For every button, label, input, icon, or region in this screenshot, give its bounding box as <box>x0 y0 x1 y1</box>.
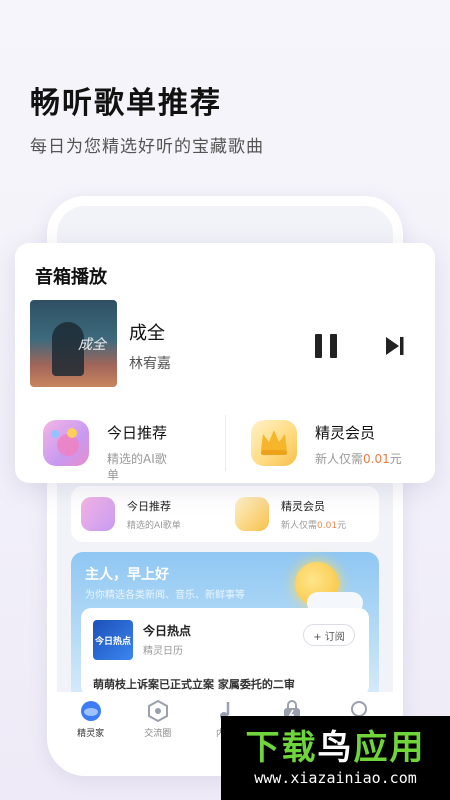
hot-topics-subtitle: 精灵日历 <box>143 646 183 657</box>
price: 0.01 <box>317 520 338 531</box>
greeting-card: 主人，早上好 为你精选各类新闻、音乐、新鲜事等 今日热点 今日热点 精灵日历 +… <box>71 552 379 702</box>
skip-next-icon <box>386 337 404 355</box>
tab-community[interactable]: 交流圈 <box>128 700 188 766</box>
song-title: 成全 <box>129 323 165 344</box>
phone-feature-title: 今日推荐 <box>127 499 171 513</box>
feature-vip-member[interactable]: 精灵会员 新人仅需0.01元 <box>251 420 425 467</box>
feature-title: 今日推荐 <box>107 424 168 442</box>
watermark-url: www.xiazainiao.com <box>254 769 417 787</box>
next-track-button[interactable] <box>385 335 405 357</box>
speaker-player-card: 音箱播放 成全 成全 林宥嘉 今日推荐 精选的AI歌单 精灵会员 新人仅需0.0… <box>15 243 435 483</box>
feature-subtitle: 精选的AI歌单 <box>107 452 167 482</box>
price: 0.01 <box>363 452 390 466</box>
crown-icon <box>251 420 297 466</box>
album-cover[interactable]: 成全 <box>30 300 117 387</box>
watermark: 下载鸟应用 www.xiazainiao.com <box>221 716 450 800</box>
music-recommend-icon <box>81 497 115 531</box>
hot-news-headline[interactable]: 萌萌枝上诉案已正式立案 家属委托的二审 <box>93 676 363 692</box>
home-icon <box>80 700 102 722</box>
subscribe-button[interactable]: + 订阅 <box>303 624 355 646</box>
feature-subtitle: 新人仅需0.01元 <box>315 452 402 466</box>
player-heading: 音箱播放 <box>35 267 107 288</box>
hot-topics-title: 今日热点 <box>143 624 192 638</box>
tab-home[interactable]: 精灵家 <box>61 700 121 766</box>
music-recommend-icon <box>43 420 89 466</box>
hot-topics-thumbnail: 今日热点 <box>93 620 133 660</box>
phone-feature-subtitle: 精选的AI歌单 <box>127 520 181 531</box>
song-artist: 林宥嘉 <box>129 356 171 372</box>
phone-feature-title: 精灵会员 <box>281 499 325 513</box>
pause-bar-icon <box>315 334 322 358</box>
hot-topics-card[interactable]: 今日热点 今日热点 精灵日历 + 订阅 萌萌枝上诉案已正式立案 家属委托的二审 <box>81 608 369 696</box>
feature-today-recommend[interactable]: 今日推荐 精选的AI歌单 <box>43 420 177 483</box>
feature-title: 精灵会员 <box>315 424 376 442</box>
phone-feature-recommend[interactable]: 今日推荐 精选的AI歌单 <box>71 486 225 542</box>
tab-label: 交流圈 <box>144 729 172 739</box>
hero-title: 畅听歌单推荐 <box>30 86 222 121</box>
album-art-text: 成全 <box>78 337 106 353</box>
pause-bar-icon <box>330 334 337 358</box>
pause-button[interactable] <box>315 334 337 358</box>
greeting-title: 主人，早上好 <box>85 567 169 583</box>
tab-label: 精灵家 <box>77 729 105 739</box>
greeting-subtitle: 为你精选各类新闻、音乐、新鲜事等 <box>85 590 245 601</box>
phone-feature-subtitle: 新人仅需0.01元 <box>281 520 347 531</box>
hero-subtitle: 每日为您精选好听的宝藏歌曲 <box>30 137 264 157</box>
watermark-brand: 下载鸟应用 <box>245 728 426 768</box>
phone-feature-vip[interactable]: 精灵会员 新人仅需0.01元 <box>225 486 379 542</box>
phone-feature-card: 今日推荐 精选的AI歌单 精灵会员 新人仅需0.01元 <box>71 486 379 542</box>
divider <box>225 415 226 471</box>
crown-icon <box>235 497 269 531</box>
community-icon <box>147 700 169 722</box>
